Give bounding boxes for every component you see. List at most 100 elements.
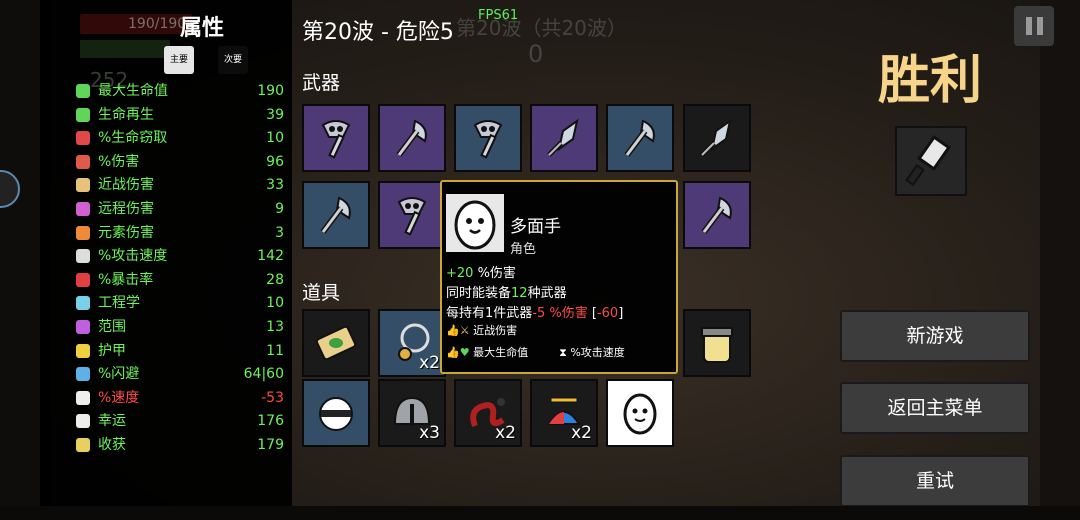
- stat-value: 10: [266, 130, 284, 147]
- ninja-icon: [319, 397, 353, 431]
- weapon-slot[interactable]: [454, 104, 522, 172]
- item-slot[interactable]: [302, 309, 370, 377]
- retry-button[interactable]: 重试: [840, 455, 1030, 507]
- tooltip-line-damage: +20 %伤害: [446, 266, 516, 281]
- stat-value: 3: [275, 224, 284, 241]
- weapon-slot[interactable]: [683, 104, 751, 172]
- tooltip-title: 多面手: [510, 217, 561, 237]
- stat-label: 护甲: [98, 342, 126, 359]
- cleaver-icon: [905, 135, 951, 187]
- item-slot[interactable]: x2: [454, 379, 522, 447]
- main-menu-button[interactable]: 返回主菜单: [840, 382, 1030, 434]
- stat-value: 39: [266, 106, 284, 123]
- weapon-slot[interactable]: [302, 181, 370, 249]
- ranged-icon: [76, 202, 90, 216]
- item-slot[interactable]: x3: [378, 379, 446, 447]
- axe-icon: [396, 119, 427, 157]
- weapons-heading: 武器: [302, 72, 341, 94]
- item-count: x2: [495, 423, 516, 443]
- stat-value: 190: [257, 83, 284, 99]
- stat-row: 最大生命值 190: [72, 80, 286, 102]
- stat-row: %速度 -53: [72, 387, 286, 409]
- victory-title: 胜利: [878, 51, 983, 111]
- stat-value: 64|60: [243, 366, 284, 383]
- stat-value: 179: [257, 437, 284, 453]
- skull-axe-icon: [473, 120, 503, 159]
- spear-icon: [547, 118, 579, 157]
- stat-row: 护甲 11: [72, 340, 286, 362]
- spear-icon: [700, 118, 732, 157]
- new-game-button[interactable]: 新游戏: [840, 310, 1030, 362]
- stat-row: 远程伤害 9: [72, 198, 286, 220]
- damage-bonus: +20: [446, 266, 474, 281]
- stat-row: %生命窃取 10: [72, 127, 286, 149]
- tab-primary[interactable]: 主要: [164, 46, 194, 74]
- weapon-slot-count: 12: [511, 286, 528, 301]
- pause-button[interactable]: [1014, 6, 1054, 46]
- weapon-slot[interactable]: [378, 181, 446, 249]
- final-weapon-slot: [895, 126, 967, 196]
- item-slot[interactable]: x2: [378, 309, 446, 377]
- tooltip-line-synergy: 👍♥ 最大生命值 ⧗ %攻击速度: [446, 346, 625, 359]
- stat-row: %伤害 96: [72, 151, 286, 173]
- weapon-slot[interactable]: [302, 104, 370, 172]
- range-icon: [76, 320, 90, 334]
- axe-icon: [701, 196, 732, 234]
- stat-label: 幸运: [98, 413, 126, 430]
- xp-bar: [80, 40, 170, 58]
- item-slot[interactable]: [302, 379, 370, 447]
- item-slot[interactable]: [606, 379, 674, 447]
- stat-value: 10: [266, 295, 284, 312]
- elemental-icon: [76, 225, 90, 240]
- stat-row: 生命再生 39: [72, 104, 286, 126]
- stat-label: 远程伤害: [98, 201, 154, 217]
- stat-row: 范围 13: [72, 316, 286, 338]
- skull-axe-icon: [321, 120, 351, 159]
- axe-icon: [320, 196, 351, 234]
- melee-icon: ⚔: [459, 324, 470, 337]
- stat-label: %攻击速度: [98, 248, 168, 265]
- stat-label: %伤害: [98, 153, 140, 170]
- tooltip-line-weapons: 同时能装备12种武器: [446, 286, 567, 301]
- item-slot[interactable]: x2: [530, 379, 598, 447]
- stat-row: 幸运 176: [72, 410, 286, 432]
- weapon-slot[interactable]: [683, 181, 751, 249]
- stat-row: 收获 179: [72, 434, 286, 456]
- thumb-up-icon: 👍: [446, 346, 460, 359]
- skull-axe-icon: [397, 197, 427, 236]
- potato-face-icon: [623, 393, 657, 435]
- stat-label: %闪避: [98, 366, 140, 383]
- crit-icon: [76, 272, 90, 287]
- weapon-slot[interactable]: [530, 104, 598, 172]
- item-slot[interactable]: [683, 309, 751, 377]
- tab-secondary[interactable]: 次要: [218, 46, 248, 74]
- right-edge: [1040, 0, 1080, 520]
- lifesteal-icon: [76, 131, 90, 146]
- weapon-slot[interactable]: [606, 104, 674, 172]
- stat-value: 28: [266, 271, 284, 288]
- stat-row: %暴击率 28: [72, 269, 286, 291]
- ticket-icon: [315, 325, 357, 361]
- tooltip-line-melee: 👍⚔ 近战伤害: [446, 324, 518, 337]
- stat-label: 收获: [98, 437, 126, 453]
- item-tooltip: 多面手 角色 +20 %伤害 同时能装备12种武器 每持有1件武器-5 %伤害 …: [440, 180, 678, 374]
- stat-label: %生命窃取: [98, 130, 168, 147]
- potato-face-icon: [454, 200, 496, 250]
- stats-title: 属性: [180, 16, 225, 41]
- stat-value: 33: [266, 177, 284, 194]
- stat-row: %攻击速度 142: [72, 245, 286, 267]
- hp-text: 190/190: [128, 16, 187, 32]
- melee-icon: [76, 178, 90, 193]
- stat-row: %闪避 64|60: [72, 363, 286, 385]
- wave-title: 第20波 - 危险5: [302, 20, 454, 45]
- stat-label: 范围: [98, 319, 126, 335]
- heart-icon: [76, 84, 90, 98]
- stat-label: 最大生命值: [98, 83, 168, 99]
- stat-row: 近战伤害 33: [72, 174, 286, 196]
- character-portrait: [446, 194, 504, 252]
- engineering-icon: [76, 296, 90, 311]
- fps-counter: FPS61: [478, 8, 519, 23]
- pause-icon: [1026, 17, 1032, 35]
- item-count: x3: [419, 423, 440, 443]
- weapon-slot[interactable]: [378, 104, 446, 172]
